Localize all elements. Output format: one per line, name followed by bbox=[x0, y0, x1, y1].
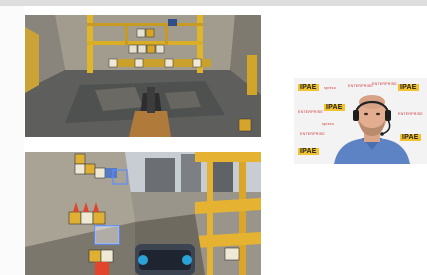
backdrop-logo: IPAE bbox=[298, 84, 319, 91]
construction-scene-image bbox=[25, 15, 261, 137]
left-strip bbox=[0, 6, 24, 275]
backdrop-logo: ENTERPRISE bbox=[348, 84, 373, 88]
vr-scene-top[interactable] bbox=[25, 15, 261, 137]
top-bar bbox=[0, 0, 427, 6]
backdrop-logo: ENTERPRISE bbox=[298, 110, 323, 114]
presenter-image bbox=[334, 95, 410, 164]
backdrop-logo: IPAE bbox=[398, 84, 419, 91]
scaffold-scene-image bbox=[25, 152, 261, 275]
vr-scene-bottom[interactable] bbox=[25, 152, 261, 275]
webcam-video-tile[interactable]: IPAE spreco ENTERPRISE ENTERPRISE IPAE I… bbox=[294, 78, 427, 164]
backdrop-logo: IPAE bbox=[298, 148, 319, 155]
backdrop-logo: ENTERPRISE bbox=[372, 82, 397, 86]
backdrop-logo: spreco bbox=[324, 86, 336, 90]
backdrop-logo: ENTERPRISE bbox=[300, 132, 325, 136]
